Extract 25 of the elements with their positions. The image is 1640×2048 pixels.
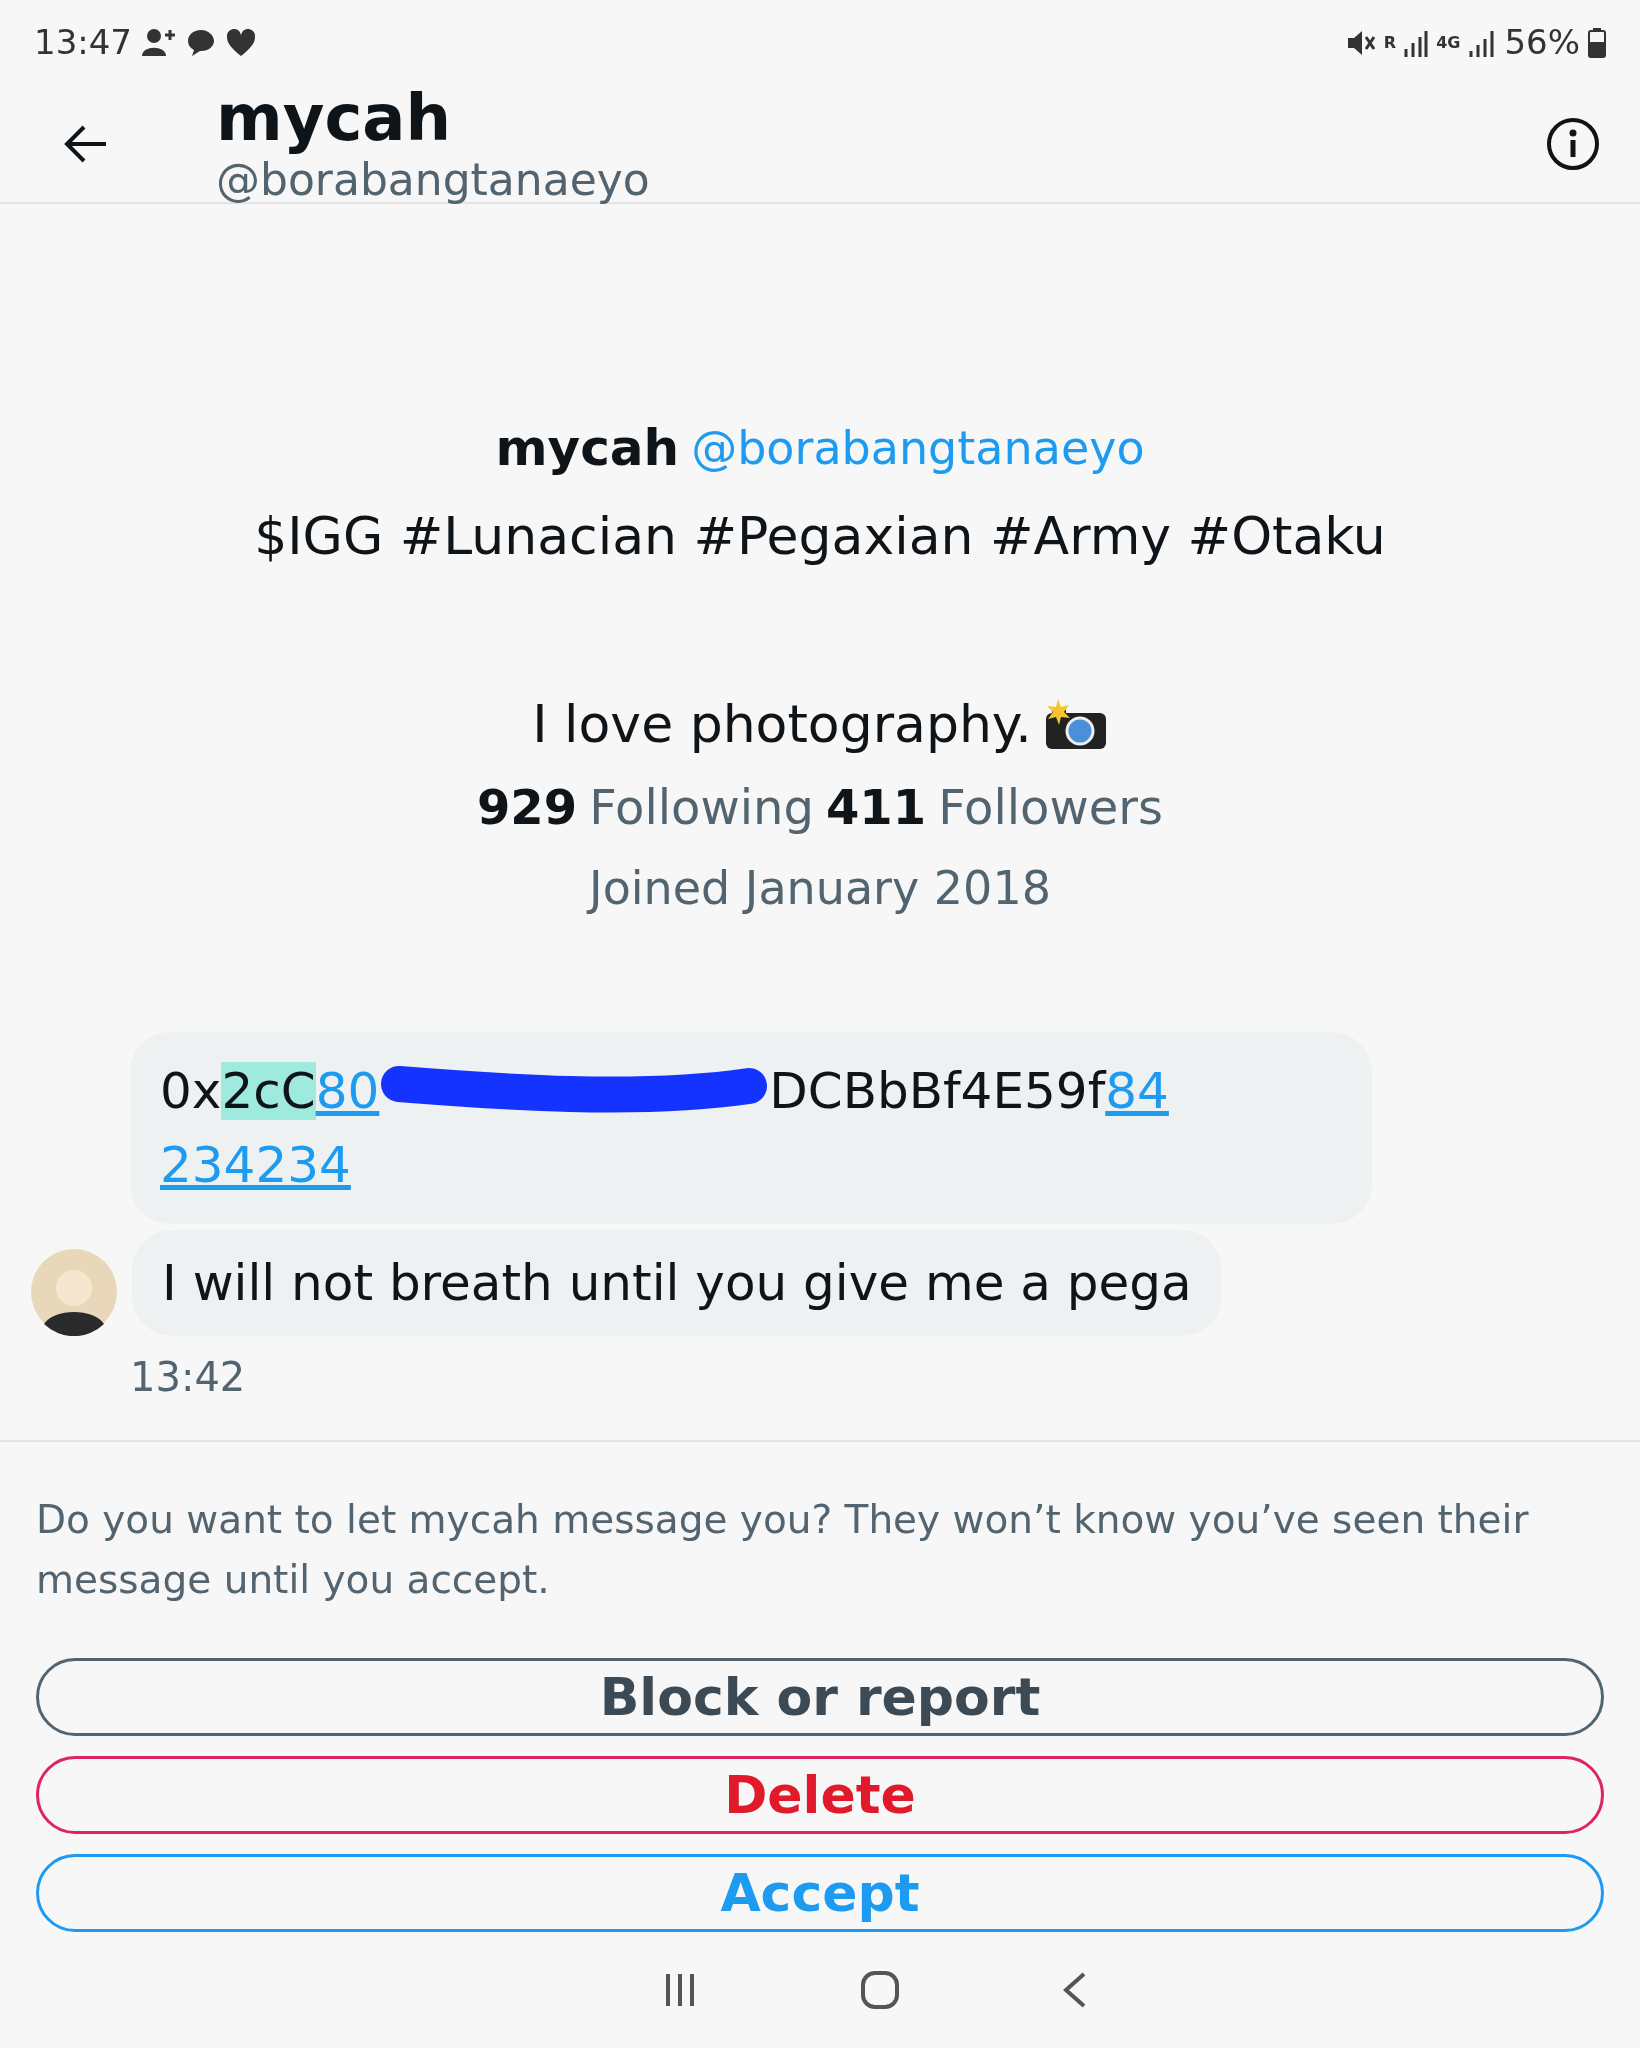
message-link[interactable]: 234234 xyxy=(160,1135,351,1194)
conversation-handle: @borabangtanaeyo xyxy=(216,155,651,206)
profile-bio: I love photography. xyxy=(532,694,1032,755)
highlighted-text: 2cC xyxy=(221,1061,316,1120)
message-text: DCBbBf4E59f xyxy=(769,1061,1106,1120)
action-button[interactable]: Block or report xyxy=(36,1657,1604,1736)
request-prompt: Do you want to let mycah message you? They won’t know you’ve seen their message until you accept. xyxy=(36,1496,1529,1602)
message-time: 13:42 xyxy=(130,1353,246,1400)
conversation-title: mycah xyxy=(216,81,453,156)
followers-label[interactable]: Followers xyxy=(938,780,1163,836)
action-button[interactable]: Accept xyxy=(36,1853,1604,1932)
profile-handle[interactable]: @borabangtanaeyo xyxy=(691,422,1145,476)
message-text: I will not breath until you give me a pega xyxy=(162,1253,1192,1312)
network-label: 4G xyxy=(1436,33,1461,53)
profile-bio: $IGG #Lunacian #Pegaxian #Army #Otaku xyxy=(254,506,1386,567)
message-link[interactable]: 80 xyxy=(315,1061,380,1120)
message-text: 0x xyxy=(160,1061,222,1120)
following-count: 929 xyxy=(476,780,578,836)
profile-name: mycah xyxy=(495,420,680,478)
battery-percent: 56% xyxy=(1504,23,1580,63)
followers-count: 411 xyxy=(825,780,927,836)
roaming-label: R xyxy=(1383,33,1397,53)
action-button[interactable]: Delete xyxy=(36,1755,1604,1834)
following-label[interactable]: Following xyxy=(589,780,814,836)
clock: 13:47 xyxy=(34,23,132,63)
